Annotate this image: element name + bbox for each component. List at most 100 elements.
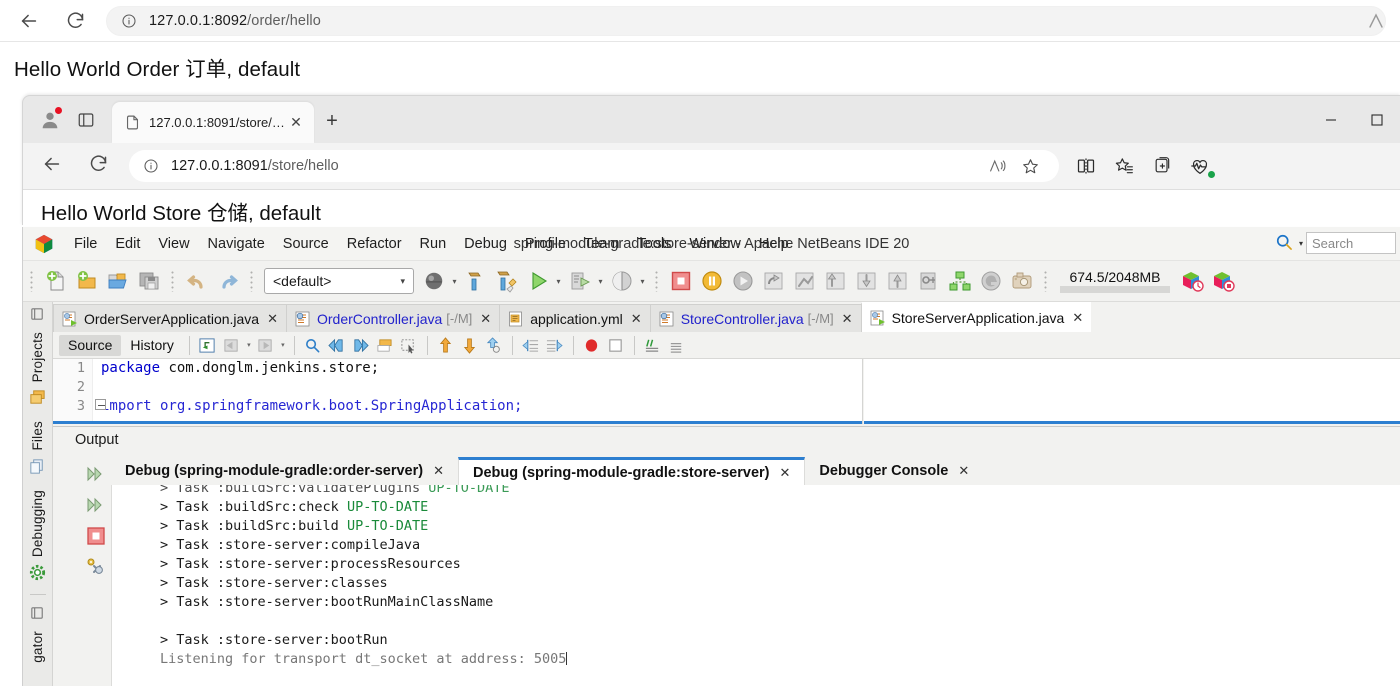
stop-profile-button[interactable] (1207, 266, 1238, 297)
debug-project-button[interactable] (564, 266, 595, 297)
menu-navigate[interactable]: Navigate (199, 233, 274, 255)
menu-team[interactable]: Team (575, 233, 628, 255)
editor-view-history[interactable]: History (121, 335, 183, 356)
menu-debug[interactable]: Debug (455, 233, 516, 255)
output-console[interactable]: > Task :buildSrc:validatePlugins UP-TO-D… (111, 485, 1400, 686)
step-out-button[interactable] (820, 266, 851, 297)
build-project-button[interactable] (460, 266, 491, 297)
chevron-down-icon[interactable]: ▾ (637, 266, 648, 297)
new-tab-button[interactable]: + (319, 108, 345, 134)
toggle-highlight-icon[interactable] (482, 334, 506, 357)
menu-edit[interactable]: Edit (106, 233, 149, 255)
step-out-next-button[interactable] (882, 266, 913, 297)
editor-tab-ordercontroller[interactable]: OrderController.java [-/M] ✕ (286, 304, 500, 332)
previous-bookmark-icon[interactable] (325, 334, 349, 357)
close-icon[interactable]: ✕ (433, 463, 444, 479)
close-icon[interactable]: ✕ (267, 311, 278, 327)
sidebar-item-debugging[interactable]: Debugging (28, 486, 47, 588)
collections-icon[interactable] (1145, 151, 1179, 181)
new-file-button[interactable] (40, 266, 71, 297)
output-tab-store-server[interactable]: Debug (spring-module-gradle:store-server… (458, 457, 806, 485)
read-aloud-icon[interactable] (983, 153, 1013, 179)
browser-select-button[interactable] (418, 266, 449, 297)
split-screen-icon[interactable] (1069, 151, 1103, 181)
shift-line-left-icon[interactable] (519, 334, 543, 357)
chevron-down-icon[interactable]: ▾ (1299, 239, 1303, 248)
chevron-down-icon[interactable]: ▾ (244, 334, 254, 357)
apply-code-changes-button[interactable] (944, 266, 975, 297)
tab-search-icon[interactable] (73, 107, 99, 133)
store-browser-tab[interactable]: 127.0.0.1:8091/store/hello ✕ (112, 102, 314, 143)
undo-button[interactable] (181, 266, 212, 297)
last-edit-icon[interactable] (196, 334, 220, 357)
new-project-button[interactable] (71, 266, 102, 297)
menu-tools[interactable]: Tools (628, 233, 680, 255)
reload-button[interactable] (58, 4, 92, 38)
search-input[interactable]: Search (1306, 232, 1396, 254)
menu-help[interactable]: Help (750, 233, 798, 255)
code-fold-toggle-icon[interactable] (95, 399, 106, 410)
memory-indicator[interactable]: 674.5/2048MB (1060, 269, 1170, 293)
chevron-down-icon[interactable]: ▾ (278, 334, 288, 357)
resume-icon[interactable] (85, 463, 107, 485)
continue-button[interactable] (727, 266, 758, 297)
stop-button[interactable] (665, 266, 696, 297)
close-icon[interactable]: ✕ (842, 311, 853, 327)
profile-project-button[interactable] (606, 266, 637, 297)
editor-tab-applicationyml[interactable]: application.yml ✕ (499, 304, 650, 332)
take-snapshot-button[interactable] (1006, 266, 1037, 297)
resume-all-icon[interactable] (85, 494, 107, 516)
stop-output-icon[interactable] (85, 525, 107, 547)
profile-history-button[interactable] (1176, 266, 1207, 297)
sidebar-item-navigator[interactable]: gator (30, 627, 45, 667)
editor-tab-storecontroller[interactable]: StoreController.java [-/M] ✕ (649, 304, 861, 332)
code-editor[interactable]: 1 2 3 package com.donglm.jenkins.store; … (53, 359, 863, 424)
previous-error-icon[interactable] (434, 334, 458, 357)
uncomment-icon[interactable] (665, 334, 689, 357)
run-to-cursor-button[interactable] (913, 266, 944, 297)
toggle-breakpoint-icon[interactable] (580, 334, 604, 357)
profile-avatar-icon[interactable] (37, 107, 63, 133)
comment-icon[interactable] (641, 334, 665, 357)
step-into-next-button[interactable] (851, 266, 882, 297)
toggle-profile-button[interactable] (975, 266, 1006, 297)
back-button[interactable] (12, 4, 46, 38)
chevron-down-icon[interactable]: ▾ (595, 266, 606, 297)
window-icon[interactable] (29, 605, 47, 623)
close-icon[interactable]: ✕ (780, 465, 791, 481)
shift-line-right-icon[interactable] (543, 334, 567, 357)
menu-profile[interactable]: Profile (516, 233, 575, 255)
back-icon[interactable] (220, 334, 244, 357)
clean-build-project-button[interactable] (491, 266, 522, 297)
editor-tab-orderserverapplication[interactable]: OrderServerApplication.java ✕ (53, 304, 286, 332)
project-config-combo[interactable]: <default> ▾ (264, 268, 414, 294)
next-error-icon[interactable] (458, 334, 482, 357)
favorite-star-icon[interactable] (1015, 153, 1045, 179)
toggle-bookmark-icon[interactable] (373, 334, 397, 357)
rerun-gradle-icon[interactable] (85, 556, 107, 578)
step-over-button[interactable] (758, 266, 789, 297)
minimize-button[interactable] (1308, 96, 1354, 143)
read-aloud-icon[interactable] (1366, 10, 1392, 32)
back-button[interactable] (35, 149, 69, 183)
redo-button[interactable] (212, 266, 243, 297)
close-icon[interactable]: ✕ (631, 311, 642, 327)
sidebar-item-files[interactable]: Files (28, 417, 47, 482)
sidebar-item-projects[interactable]: Projects (28, 328, 47, 413)
forward-icon[interactable] (254, 334, 278, 357)
menu-refactor[interactable]: Refactor (338, 233, 411, 255)
menu-source[interactable]: Source (274, 233, 338, 255)
output-tab-debugger-console[interactable]: Debugger Console ✕ (805, 457, 984, 485)
output-tab-order-server[interactable]: Debug (spring-module-gradle:order-server… (111, 457, 458, 485)
pause-button[interactable] (696, 266, 727, 297)
close-icon[interactable]: ✕ (958, 463, 969, 479)
reload-button[interactable] (81, 149, 115, 183)
open-project-button[interactable] (102, 266, 133, 297)
browser-essentials-icon[interactable] (1183, 151, 1217, 181)
save-all-button[interactable] (133, 266, 164, 297)
editor-view-source[interactable]: Source (59, 334, 122, 356)
run-project-button[interactable] (522, 266, 553, 297)
editor-tab-storeserverapplication[interactable]: StoreServerApplication.java ✕ (860, 302, 1092, 332)
store-address-bar[interactable]: 127.0.0.1:8091/store/hello (129, 150, 1059, 182)
step-into-button[interactable] (789, 266, 820, 297)
